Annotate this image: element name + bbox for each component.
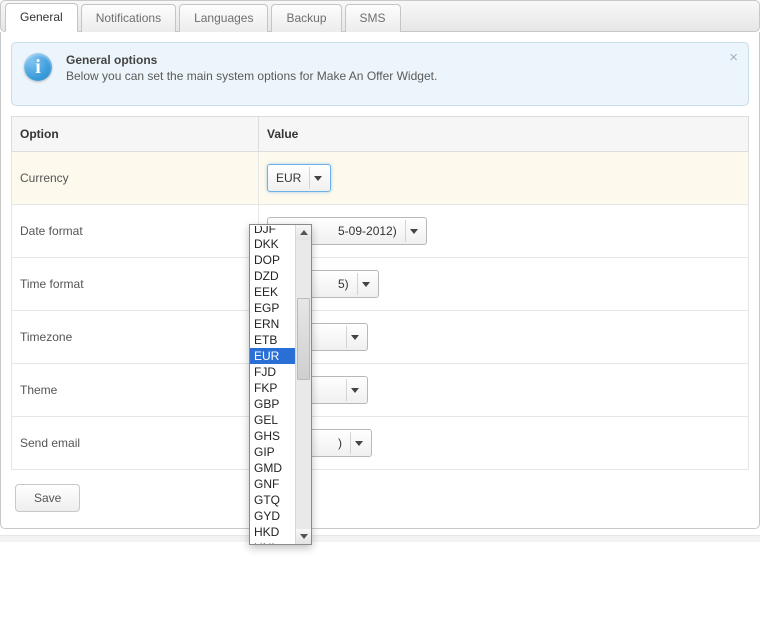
currency-option[interactable]: FJD xyxy=(250,364,295,380)
date-format-select-value: 5-09-2012) xyxy=(338,224,397,238)
scroll-down-button[interactable] xyxy=(296,529,311,544)
row-date-format: Date format 5-09-2012) xyxy=(12,205,749,258)
label-theme: Theme xyxy=(12,364,259,417)
tab-backup[interactable]: Backup xyxy=(271,4,341,32)
chevron-down-icon xyxy=(350,432,367,454)
currency-option[interactable]: GYD xyxy=(250,508,295,524)
chevron-down-icon xyxy=(357,273,374,295)
col-header-value: Value xyxy=(259,117,749,152)
notice-title: General options xyxy=(66,53,437,67)
info-notice: i General options Below you can set the … xyxy=(11,42,749,106)
currency-option[interactable]: DZD xyxy=(250,268,295,284)
options-table: Option Value Currency EUR Date format xyxy=(11,116,749,470)
label-date-format: Date format xyxy=(12,205,259,258)
scrollbar xyxy=(295,225,311,544)
tab-sms[interactable]: SMS xyxy=(345,4,401,32)
currency-option[interactable]: ERN xyxy=(250,316,295,332)
row-send-email: Send email ) xyxy=(12,417,749,470)
currency-option[interactable]: GHS xyxy=(250,428,295,444)
tab-languages[interactable]: Languages xyxy=(179,4,268,32)
row-timezone: Timezone xyxy=(12,311,749,364)
currency-option[interactable]: GMD xyxy=(250,460,295,476)
label-send-email: Send email xyxy=(12,417,259,470)
currency-option[interactable]: DJF xyxy=(250,226,295,236)
scroll-track[interactable] xyxy=(296,240,311,529)
scroll-thumb[interactable] xyxy=(297,298,310,380)
row-currency: Currency EUR xyxy=(12,152,749,205)
label-timezone: Timezone xyxy=(12,311,259,364)
notice-desc: Below you can set the main system option… xyxy=(66,69,437,83)
currency-option[interactable]: GEL xyxy=(250,412,295,428)
label-time-format: Time format xyxy=(12,258,259,311)
currency-listbox: DJFDKKDOPDZDEEKEGPERNETBEURFJDFKPGBPGELG… xyxy=(249,224,312,545)
chevron-down-icon xyxy=(346,326,363,348)
label-currency: Currency xyxy=(12,152,259,205)
currency-option[interactable]: DKK xyxy=(250,236,295,252)
tab-general[interactable]: General xyxy=(5,3,78,32)
currency-option[interactable]: GTQ xyxy=(250,492,295,508)
currency-option[interactable]: EEK xyxy=(250,284,295,300)
currency-option[interactable]: ETB xyxy=(250,332,295,348)
send-email-select-value: ) xyxy=(338,436,342,450)
chevron-down-icon xyxy=(405,220,422,242)
currency-option[interactable]: GBP xyxy=(250,396,295,412)
info-icon: i xyxy=(24,53,52,81)
col-header-option: Option xyxy=(12,117,259,152)
tab-bar: General Notifications Languages Backup S… xyxy=(0,0,760,32)
time-format-select-value: 5) xyxy=(338,277,349,291)
footer-separator xyxy=(0,535,760,542)
close-icon[interactable]: × xyxy=(729,49,738,66)
currency-option[interactable]: EUR xyxy=(250,348,295,364)
currency-option[interactable]: HNL xyxy=(250,540,295,544)
save-button[interactable]: Save xyxy=(15,484,80,512)
currency-option[interactable]: FKP xyxy=(250,380,295,396)
scroll-up-button[interactable] xyxy=(296,225,311,240)
currency-select-value: EUR xyxy=(276,171,301,185)
currency-option[interactable]: GNF xyxy=(250,476,295,492)
chevron-down-icon xyxy=(346,379,363,401)
currency-option[interactable]: EGP xyxy=(250,300,295,316)
currency-listbox-items: DJFDKKDOPDZDEEKEGPERNETBEURFJDFKPGBPGELG… xyxy=(250,225,295,544)
currency-select[interactable]: EUR xyxy=(267,164,331,192)
chevron-down-icon xyxy=(309,167,326,189)
tab-content: i General options Below you can set the … xyxy=(0,32,760,529)
currency-option[interactable]: GIP xyxy=(250,444,295,460)
tab-notifications[interactable]: Notifications xyxy=(81,4,176,32)
currency-option[interactable]: HKD xyxy=(250,524,295,540)
row-time-format: Time format 5) xyxy=(12,258,749,311)
currency-option[interactable]: DOP xyxy=(250,252,295,268)
row-theme: Theme xyxy=(12,364,749,417)
